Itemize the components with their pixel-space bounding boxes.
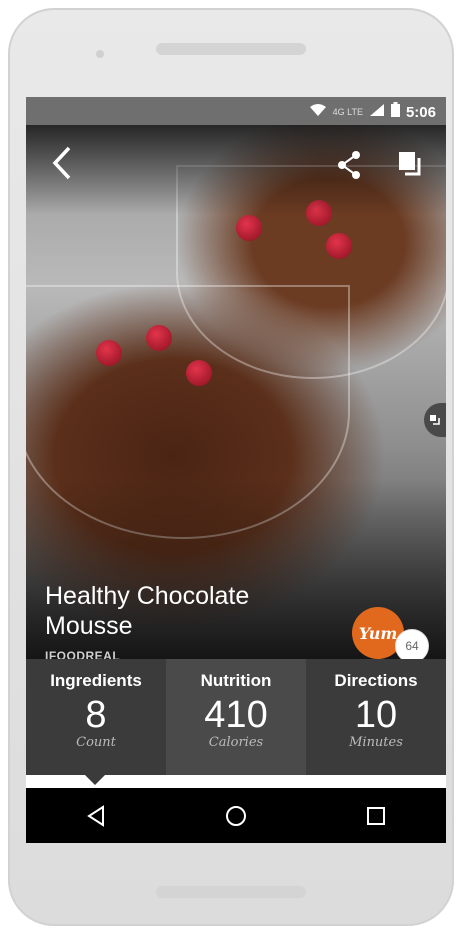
circle-home-icon <box>226 805 246 826</box>
app-screen: 4G LTE 5:06 Healthy Chocolate Mousse IFO… <box>26 97 446 843</box>
tab-ingredients[interactable]: Ingredients 8 Count <box>26 659 166 775</box>
battery-icon <box>390 102 400 122</box>
nav-recents-button[interactable] <box>356 796 396 836</box>
share-icon <box>338 151 360 179</box>
recipe-title-line2: Mousse <box>45 612 133 640</box>
raspberry <box>96 340 122 366</box>
nav-back-button[interactable] <box>76 796 116 836</box>
active-tab-pointer <box>85 775 105 785</box>
collections-button[interactable] <box>392 147 428 183</box>
raspberry <box>326 233 352 259</box>
recipe-stats-tabs: Ingredients 8 Count Nutrition 410 Calori… <box>26 659 446 775</box>
top-speaker <box>156 43 306 55</box>
recipe-hero-image: Healthy Chocolate Mousse IFOODREAL Yum 6… <box>26 125 446 659</box>
chevron-left-icon <box>52 146 71 180</box>
tab-nutrition[interactable]: Nutrition 410 Calories <box>166 659 306 775</box>
stat-label: Directions <box>334 671 418 690</box>
status-bar: 4G LTE 5:06 <box>26 97 446 125</box>
stat-value: 8 <box>85 694 107 736</box>
recipe-source[interactable]: IFOODREAL <box>45 649 120 659</box>
raspberry <box>186 360 212 386</box>
tab-directions[interactable]: Directions 10 Minutes <box>306 659 446 775</box>
collapse-icon <box>430 415 440 425</box>
network-type: 4G LTE <box>332 107 363 117</box>
stat-label: Ingredients <box>50 671 142 690</box>
stat-value: 10 <box>354 694 398 736</box>
stat-label: Nutrition <box>200 671 272 690</box>
stat-unit: Count <box>76 735 116 750</box>
android-nav-bar <box>26 788 446 843</box>
wifi-icon <box>309 103 327 122</box>
front-camera <box>96 50 104 58</box>
copy-stack-icon <box>399 152 421 176</box>
hero-top-shade <box>26 125 446 215</box>
stat-value: 410 <box>204 694 268 736</box>
recipe-title-line1: Healthy Chocolate <box>45 582 250 610</box>
side-collapse-button[interactable] <box>424 403 446 437</box>
share-button[interactable] <box>331 147 367 183</box>
status-time: 5:06 <box>405 103 436 121</box>
stat-unit: Minutes <box>349 735 403 750</box>
raspberry <box>236 215 262 241</box>
recipe-title: Healthy Chocolate Mousse <box>45 581 345 641</box>
signal-icon <box>369 103 385 122</box>
raspberry <box>146 325 172 351</box>
yum-count-badge: 64 <box>395 629 429 659</box>
nav-home-button[interactable] <box>216 796 256 836</box>
back-button[interactable] <box>44 145 80 181</box>
triangle-back-icon <box>87 804 104 827</box>
square-recents-icon <box>367 806 385 825</box>
yum-label: Yum <box>358 623 398 643</box>
stat-unit: Calories <box>208 735 264 750</box>
bottom-speaker <box>156 886 306 898</box>
